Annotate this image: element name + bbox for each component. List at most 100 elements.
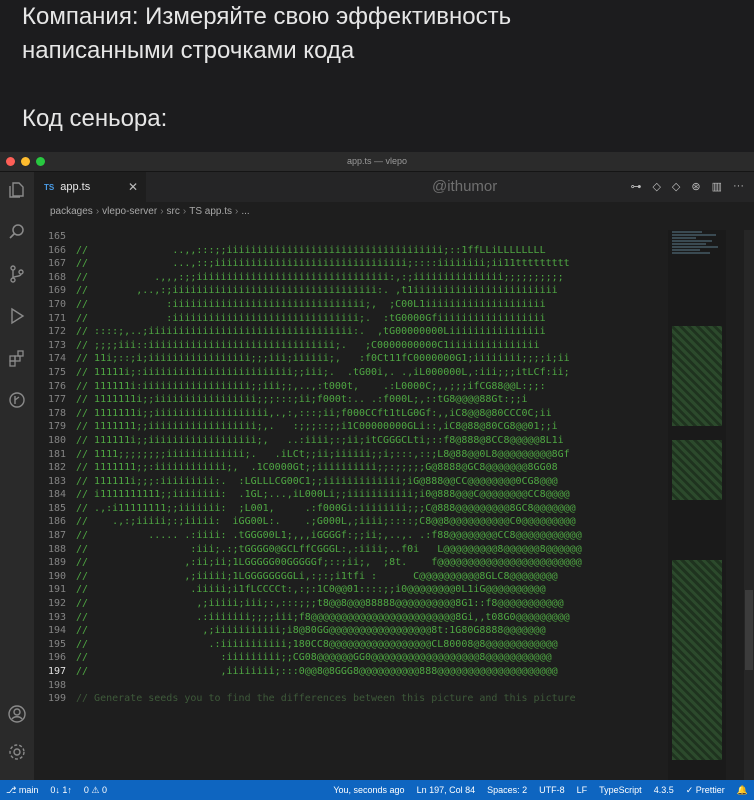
- gear-icon[interactable]: [6, 742, 28, 764]
- branch-status[interactable]: ⎇ main: [0, 785, 44, 796]
- next-change-icon[interactable]: ◇: [672, 180, 680, 193]
- code-line[interactable]: 176 // 111111i:iiiiiiiiiiiiiiiiii;;iii;;,…: [34, 380, 634, 394]
- tab-app-ts[interactable]: TS app.ts ✕: [34, 172, 146, 202]
- code-line[interactable]: 170 // :iiiiiiiiiiiiiiiiiiiiiiiiiiiiiiii;…: [34, 298, 634, 312]
- code-line[interactable]: 199 // Generate seeds you to find the dif…: [34, 692, 634, 706]
- line-number: 178: [47, 407, 66, 419]
- code-line[interactable]: 194 // ,;iiiiiiiiiii;i8@80GG@@@@@@@@@@@@@…: [34, 624, 634, 638]
- code-line[interactable]: 166 // ..,,:::;;iiiiiiiiiiiiiiiiiiiiiiiii…: [34, 244, 634, 258]
- code-line[interactable]: 187 // ..... .:iiii: .tGGG00L1;,,,iGGGGf:…: [34, 529, 634, 543]
- code-line[interactable]: 168 // .,,,:;;iiiiiiiiiiiiiiiiiiiiiiiiiii…: [34, 271, 634, 285]
- code-text: // ...,::;iiiiiiiiiiiiiiiiiiiiiiiiiiiiii…: [76, 258, 570, 270]
- line-number: 173: [47, 339, 66, 351]
- code-line[interactable]: 191 // .iiiii;i1fLCCCCt:,:;:1C0@@01::::;;…: [34, 583, 634, 597]
- run-debug-icon[interactable]: [6, 306, 28, 328]
- code-line[interactable]: 185 // .,:i11111111;;iiiiiii: ;L001, .:f0…: [34, 502, 634, 516]
- code-text: // i1111111111;;iiiiiiii: .1GL;...,iL000…: [76, 489, 570, 501]
- meme-caption: Компания: Измеряйте свою эффективность н…: [22, 0, 742, 136]
- source-control-icon[interactable]: [6, 264, 28, 286]
- problems-status[interactable]: 0 ⚠ 0: [78, 785, 113, 796]
- code-line[interactable]: 175 // 11111i;:iiiiiiiiiiiiiiiiiiiiiiiii;…: [34, 366, 634, 380]
- line-number: 174: [47, 353, 66, 365]
- code-line[interactable]: 197 // ,iiiiiiii;:::0@@8@8GGG8@@@@@@@@@@8…: [34, 665, 634, 679]
- code-text: // :iiiiiiiiiiiiiiiiiiiiiiiiiiiiiiii;, ;…: [76, 298, 546, 310]
- github-icon[interactable]: ⊛: [691, 180, 700, 193]
- account-icon[interactable]: [6, 704, 28, 726]
- blame-status[interactable]: You, seconds ago: [327, 785, 410, 795]
- code-line[interactable]: 171 // :iiiiiiiiiiiiiiiiiiiiiiiiiiiiiii;.…: [34, 312, 634, 326]
- code-line[interactable]: 188 // :iii;.:;tGGGG0@GCLffCGGGL:,:iiii;.…: [34, 543, 634, 557]
- remote-icon[interactable]: [6, 390, 28, 412]
- scrollbar-thumb[interactable]: [745, 590, 753, 670]
- code-line[interactable]: 193 // .:iiiiiii;;;;iii;f8@@@@@@@@@@@@@@@…: [34, 611, 634, 625]
- encoding-status[interactable]: UTF-8: [533, 785, 571, 795]
- code-line[interactable]: 189 // ,:ii;ii;1LGGGGG00GGGGGf;::;ii;, ;8…: [34, 556, 634, 570]
- previous-change-icon[interactable]: ◇: [652, 180, 660, 193]
- language-mode[interactable]: TypeScript: [593, 785, 648, 795]
- code-text: // ,;iiiii;1LGGGGGGGGLi,:;:;i1tfi : C@@@…: [76, 570, 558, 582]
- breadcrumb: packages › vlepo-server › src › TS app.ts ›...: [50, 206, 250, 217]
- breadcrumb-item[interactable]: packages: [50, 206, 93, 217]
- line-number: 180: [47, 434, 66, 446]
- more-actions-icon[interactable]: ···: [733, 180, 744, 193]
- code-line[interactable]: 186 // .,:;iiiii;:;iiiii: iGG00L:. .;G000…: [34, 515, 634, 529]
- code-line[interactable]: 169 // ,..,:;iiiiiiiiiiiiiiiiiiiiiiiiiiii…: [34, 284, 634, 298]
- code-text: // 1111111;;iiiiiiiiiiiiiiiiii;,. :;;;::…: [76, 421, 558, 433]
- code-line[interactable]: 174 // 11i;::;i;iiiiiiiiiiiiiiiii;;;iii;i…: [34, 352, 634, 366]
- vertical-scrollbar[interactable]: [744, 230, 754, 780]
- extensions-icon[interactable]: [6, 348, 28, 370]
- code-text: // 1111;;;;;;;;iiiiiiiiiiiii;. .iLCt;;ii…: [76, 448, 570, 460]
- breadcrumb-item[interactable]: src: [167, 206, 180, 217]
- code-line[interactable]: 198: [34, 679, 634, 693]
- code-line[interactable]: 183 // 111111i;;;:iiiiiiiii:. :LGLLLCG00C…: [34, 475, 634, 489]
- code-text: // ..,,:::;;iiiiiiiiiiiiiiiiiiiiiiiiiiii…: [76, 244, 546, 256]
- code-text: // ..... .:iiii: .tGGG00L1;,,,iGGGGf:;;i…: [76, 530, 582, 542]
- code-text: // Generate seeds you to find the differ…: [76, 693, 576, 705]
- code-line[interactable]: 179 // 1111111;;iiiiiiiiiiiiiiiiii;,. :;;…: [34, 420, 634, 434]
- indent-status[interactable]: Spaces: 2: [481, 785, 533, 795]
- split-editor-icon[interactable]: ▥: [712, 180, 722, 193]
- line-number: 176: [47, 380, 66, 392]
- line-number: 186: [47, 516, 66, 528]
- code-line[interactable]: 184 // i1111111111;;iiiiiiii: .1GL;...,iL…: [34, 488, 634, 502]
- eol-status[interactable]: LF: [571, 785, 594, 795]
- sync-status[interactable]: 0↓ 1↑: [44, 785, 78, 795]
- code-line[interactable]: 190 // ,;iiiii;1LGGGGGGGGLi,:;:;i1tfi : C…: [34, 570, 634, 584]
- minimap[interactable]: [668, 230, 726, 780]
- caption-line-1: Компания: Измеряйте свою эффективность: [22, 3, 512, 30]
- code-line[interactable]: 195 // .:iiiiiiiiiii;180CC8@@@@@@@@@@@@@@…: [34, 638, 634, 652]
- code-line[interactable]: 192 // ,;iiiii;iii;:,:::;;;t8@@8@@@88888@…: [34, 597, 634, 611]
- search-icon[interactable]: [6, 222, 28, 244]
- ts-version[interactable]: 4.3.5: [648, 785, 680, 795]
- breadcrumb-item[interactable]: ...: [241, 206, 249, 217]
- code-line[interactable]: 178 // 1111111i;;iiiiiiiiiiiiiiiiiii,.,:,…: [34, 407, 634, 421]
- code-editor[interactable]: 165 166 // ..,,:::;;iiiiiiiiiiiiiiiiiiiiii…: [34, 230, 634, 780]
- files-icon[interactable]: [6, 180, 28, 202]
- line-number: 171: [47, 312, 66, 324]
- code-line[interactable]: 172 // ::::;,..;iiiiiiiiiiiiiiiiiiiiiiiii…: [34, 325, 634, 339]
- code-text: // 11111i;:iiiiiiiiiiiiiiiiiiiiiiiii;;ii…: [76, 366, 570, 378]
- code-line[interactable]: 165: [34, 230, 634, 244]
- code-line[interactable]: 180 // 111111i;;iiiiiiiiiiiiiiiiii;, ..:i…: [34, 434, 634, 448]
- breadcrumb-item[interactable]: TS app.ts: [189, 206, 232, 217]
- code-line[interactable]: 181 // 1111;;;;;;;;iiiiiiiiiiiii;. .iLCt;…: [34, 448, 634, 462]
- prettier-status[interactable]: ✓ Prettier: [680, 785, 731, 796]
- code-text: // :iiiiiiiii;;CG08@@@@@@GG0@@@@@@@@@@@@…: [76, 652, 552, 664]
- cursor-position[interactable]: Ln 197, Col 84: [411, 785, 482, 795]
- code-text: // 11i;::;i;iiiiiiiiiiiiiiiii;;;iii;iiii…: [76, 353, 570, 365]
- line-number: 195: [47, 638, 66, 650]
- code-line[interactable]: 173 // ;;;;iii::iiiiiiiiiiiiiiiiiiiiiiiii…: [34, 339, 634, 353]
- line-number: 166: [47, 244, 66, 256]
- vscode-window: app.ts — vlepo TS app.ts ✕ @ithumor ⊶ ◇ …: [0, 152, 754, 800]
- code-line[interactable]: 182 // 1111111;;:iiiiiiiiiiii;, .1C0000Gt…: [34, 461, 634, 475]
- caption-line-3: Код сеньора:: [22, 105, 168, 132]
- code-line[interactable]: 196 // :iiiiiiiii;;CG08@@@@@@GG0@@@@@@@@@…: [34, 651, 634, 665]
- caption-line-2: написанными строчками кода: [22, 37, 355, 64]
- code-line[interactable]: 177 // 1111111i;;iiiiiiiiiiiiiiiii;;;:::;…: [34, 393, 634, 407]
- code-line[interactable]: 167 // ...,::;iiiiiiiiiiiiiiiiiiiiiiiiiii…: [34, 257, 634, 271]
- code-text: // 1111111;;:iiiiiiiiiiii;, .1C0000Gt;;i…: [76, 462, 558, 474]
- bell-icon[interactable]: 🔔: [731, 785, 754, 796]
- git-compare-icon[interactable]: ⊶: [630, 180, 641, 193]
- breadcrumb-item[interactable]: vlepo-server: [102, 206, 157, 217]
- close-icon[interactable]: ✕: [128, 180, 138, 194]
